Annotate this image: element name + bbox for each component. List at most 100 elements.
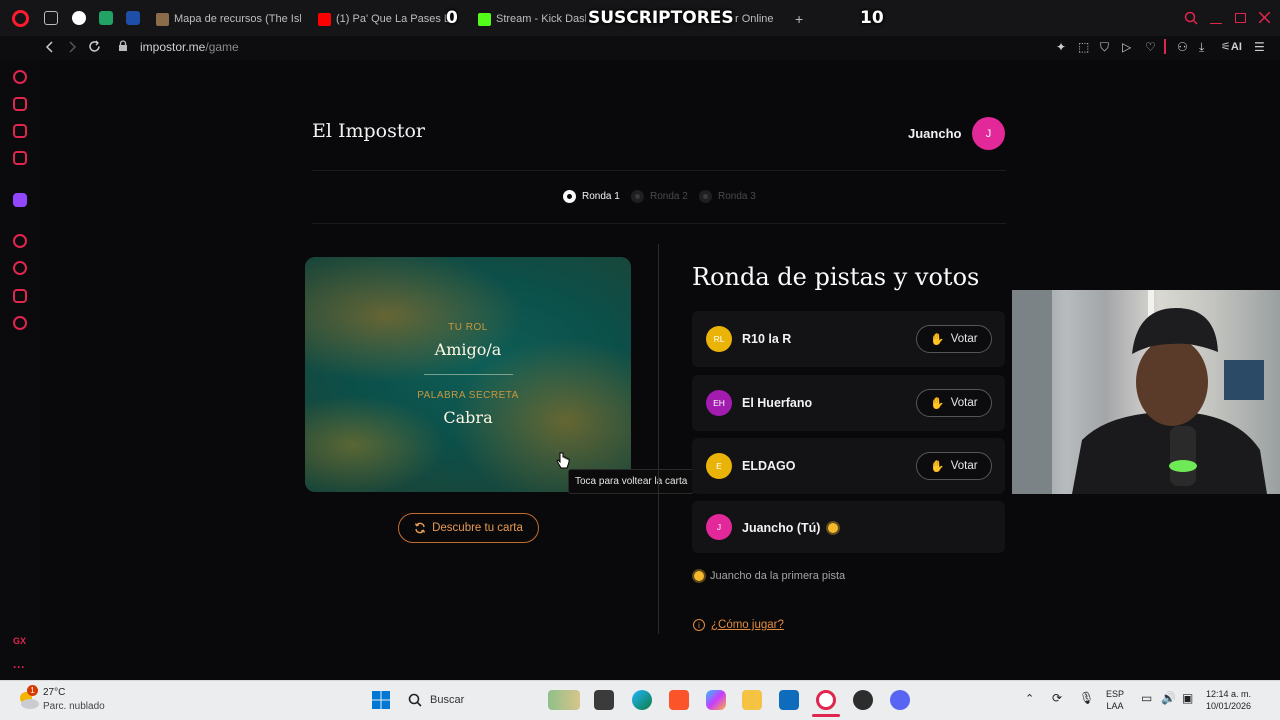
how-to-play-link[interactable]: i ¿Cómo jugar? [693, 619, 784, 631]
player-avatar: E [706, 453, 732, 479]
pinned-sheets-icon[interactable] [99, 11, 113, 25]
microphone-icon[interactable]: 🎙 [1079, 692, 1094, 704]
vote-button[interactable]: ✋ Votar [916, 452, 992, 480]
pinned-tab-icon[interactable] [72, 11, 86, 25]
chevron-up-icon[interactable]: ⌃ [1025, 693, 1034, 705]
history-icon[interactable] [13, 261, 27, 275]
brave-icon[interactable] [669, 690, 689, 710]
forward-icon[interactable] [68, 41, 77, 53]
windows-start-icon[interactable] [372, 691, 390, 709]
monitor-icon[interactable]: ▭ [1141, 692, 1152, 704]
opera-logo-icon[interactable] [12, 10, 29, 27]
how-to-play-label: ¿Cómo jugar? [711, 619, 784, 631]
sync-icon[interactable]: ⟳ [1052, 692, 1062, 704]
webcam-overlay [1012, 290, 1280, 494]
close-icon[interactable] [1259, 12, 1270, 23]
flip-card-tooltip: Toca para voltear la carta [568, 469, 695, 494]
gx-corner-icon[interactable] [13, 97, 27, 111]
round-inactive-dot-icon [699, 190, 712, 203]
url-host: impostor.me [140, 40, 206, 54]
pinned-calendar-icon[interactable] [126, 11, 140, 25]
player-avatar: J [706, 514, 732, 540]
round-inactive-dot-icon [631, 190, 644, 203]
player-row: E ELDAGO ✋ Votar [692, 438, 1005, 494]
hand-icon: ✋ [930, 334, 945, 346]
minimize-icon[interactable] [1210, 23, 1222, 24]
url-field[interactable]: impostor.me/game [140, 40, 239, 54]
rounds-divider [312, 223, 1006, 224]
edge-icon[interactable] [632, 690, 652, 710]
player-avatar: RL [706, 326, 732, 352]
reveal-card-button[interactable]: Descubre tu carta [398, 513, 539, 543]
more-dots-icon[interactable]: ··· [13, 660, 25, 674]
search-tabs-icon[interactable] [1184, 11, 1198, 25]
copilot-icon[interactable] [706, 690, 726, 710]
clock-time: 12:14 a. m. [1206, 689, 1252, 699]
round-1-step: Ronda 1 [563, 190, 620, 203]
tab-mapa-recursos[interactable]: Mapa de recursos (The Isla [156, 10, 301, 28]
heart-icon[interactable]: ♡ [1145, 40, 1156, 54]
hand-cursor-icon [556, 452, 570, 469]
page-title[interactable]: El Impostor [312, 120, 425, 142]
user-avatar[interactable]: J [972, 117, 1005, 150]
settings-icon[interactable] [13, 316, 27, 330]
player-name: El Huerfano [742, 396, 813, 410]
round-active-dot-icon [563, 190, 576, 203]
volume-icon[interactable]: 🔊 [1161, 692, 1176, 704]
reload-icon[interactable] [88, 40, 101, 53]
overlay-left-count: 0 [446, 8, 458, 28]
maximize-icon[interactable] [1235, 13, 1246, 23]
record-icon[interactable] [13, 234, 27, 248]
shield-icon[interactable]: ⛉ [1100, 40, 1109, 55]
tab-kick-stream[interactable]: Stream - Kick Dash [478, 10, 586, 28]
github-icon[interactable] [853, 690, 873, 710]
file-explorer-icon[interactable] [742, 690, 762, 710]
speed-dial-icon[interactable] [13, 70, 27, 84]
vote-button[interactable]: ✋ Votar [916, 389, 992, 417]
weather-badge: 1 [27, 685, 38, 696]
column-divider [658, 244, 659, 634]
taskbar-search[interactable]: Buscar [408, 690, 538, 710]
overlay-right-count: 10 [860, 8, 884, 28]
discord-icon[interactable] [890, 690, 910, 710]
vote-button[interactable]: ✋ Votar [916, 325, 992, 353]
language-indicator[interactable]: ESP LAA [1106, 688, 1124, 712]
ai-label: AI [1230, 41, 1242, 53]
tab-youtube[interactable]: (1) Pa' Que La Pases Bie [318, 10, 448, 28]
pin-icon[interactable]: ✦ [1056, 40, 1066, 54]
secret-word-value: Cabra [443, 408, 493, 427]
player-icon[interactable] [13, 124, 27, 138]
account-icon[interactable]: ⚇ [1177, 40, 1188, 54]
tab-label: Mapa de recursos (The Isla [174, 13, 301, 25]
vote-label: Votar [950, 460, 978, 472]
gx-control-icon[interactable]: GX [13, 636, 26, 646]
battery-icon[interactable]: ▣ [1182, 692, 1193, 704]
role-label: TU ROL [448, 322, 488, 333]
messenger-icon[interactable] [13, 151, 27, 165]
browser-tab-bar: Mapa de recursos (The Isla (1) Pa' Que L… [0, 0, 1280, 36]
menu-icon[interactable]: ☰ [1254, 40, 1265, 54]
workspaces-icon[interactable] [44, 11, 58, 25]
extensions-icon[interactable] [13, 289, 27, 303]
task-view-icon[interactable] [594, 690, 614, 710]
clock[interactable]: 12:14 a. m. 10/01/2026 [1206, 688, 1251, 712]
search-highlight-icon[interactable] [548, 690, 580, 710]
url-path: /game [205, 40, 239, 54]
player-row-self: J Juancho (Tú) [692, 501, 1005, 553]
twitch-icon[interactable] [13, 193, 27, 207]
back-icon[interactable] [45, 41, 54, 53]
browser-sidebar: GX ··· [0, 60, 40, 680]
tab-online[interactable]: r Online [735, 10, 785, 28]
new-tab-button[interactable]: + [795, 10, 809, 28]
opera-gx-taskbar-icon[interactable] [816, 690, 836, 710]
download-icon[interactable]: ⤓ [1199, 40, 1204, 55]
ai-button[interactable]: ⚟AI [1221, 40, 1242, 53]
outlook-icon[interactable] [779, 690, 799, 710]
player-name: Juancho (Tú) [742, 521, 821, 535]
turn-hint-text: Juancho da la primera pista [710, 570, 846, 582]
voting-title: Ronda de pistas y votos [692, 263, 980, 291]
snapshot-icon[interactable]: ⬚ [1078, 40, 1089, 54]
lock-icon[interactable] [118, 40, 128, 51]
play-icon[interactable]: ▷ [1122, 40, 1131, 54]
youtube-favicon-icon [318, 12, 331, 26]
